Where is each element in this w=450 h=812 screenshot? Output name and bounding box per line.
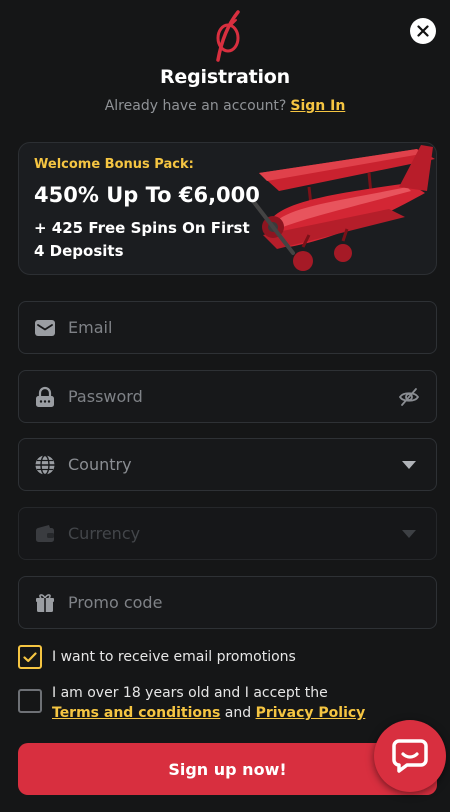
- globe-icon: [35, 454, 55, 475]
- signin-prompt: Already have an account? Sign In: [0, 98, 450, 114]
- bonus-subline: + 425 Free Spins On First 4 Deposits: [34, 219, 250, 260]
- eye-off-icon: [398, 387, 420, 406]
- close-icon: [417, 25, 429, 37]
- gift-icon: [36, 593, 54, 612]
- envelope-icon: [35, 319, 55, 336]
- chevron-down-icon: [402, 529, 416, 538]
- age-terms-option: I am over 18 years old and I accept the …: [18, 681, 365, 723]
- toggle-password-visibility[interactable]: [398, 386, 420, 408]
- lock-icon: [36, 386, 54, 407]
- age-terms-and: and: [224, 705, 252, 721]
- chat-bubble-icon: [392, 739, 428, 773]
- checkmark-icon: [23, 651, 37, 662]
- age-terms-text: I am over 18 years old and I accept the: [52, 685, 328, 701]
- currency-select-value: Currency: [68, 524, 141, 543]
- terms-link[interactable]: Terms and conditions: [52, 705, 220, 721]
- country-select[interactable]: Country: [18, 438, 437, 491]
- live-chat-button[interactable]: [374, 720, 446, 792]
- brand-logo: [216, 10, 240, 62]
- promo-code-field[interactable]: [18, 576, 437, 629]
- close-button[interactable]: [410, 18, 436, 44]
- currency-dropdown-toggle: [398, 523, 420, 545]
- signin-link[interactable]: Sign In: [290, 98, 345, 114]
- welcome-bonus-banner: Welcome Bonus Pack: 450% Up To €6,000 + …: [18, 142, 437, 275]
- bonus-eyebrow: Welcome Bonus Pack:: [34, 157, 194, 172]
- privacy-policy-link[interactable]: Privacy Policy: [256, 705, 366, 721]
- email-promotions-label: I want to receive email promotions: [52, 649, 296, 665]
- promo-code-input[interactable]: [68, 577, 436, 628]
- page-title: Registration: [160, 66, 290, 88]
- age-terms-label: I am over 18 years old and I accept the …: [52, 683, 365, 723]
- email-promotions-checkbox[interactable]: [18, 645, 42, 669]
- chevron-down-icon: [402, 460, 416, 469]
- password-field[interactable]: [18, 370, 437, 423]
- country-select-value: Country: [68, 455, 132, 474]
- email-field[interactable]: [18, 301, 437, 354]
- email-promotions-option: I want to receive email promotions: [18, 645, 296, 669]
- signin-prompt-text: Already have an account?: [104, 98, 287, 114]
- password-input[interactable]: [68, 371, 398, 422]
- currency-select: Currency: [18, 507, 437, 560]
- wallet-icon: [36, 524, 54, 542]
- email-input[interactable]: [68, 302, 436, 353]
- age-terms-checkbox[interactable]: [18, 689, 42, 713]
- bonus-headline: 450% Up To €6,000: [34, 183, 260, 207]
- biplane-image: [251, 145, 435, 271]
- country-dropdown-toggle[interactable]: [398, 454, 420, 476]
